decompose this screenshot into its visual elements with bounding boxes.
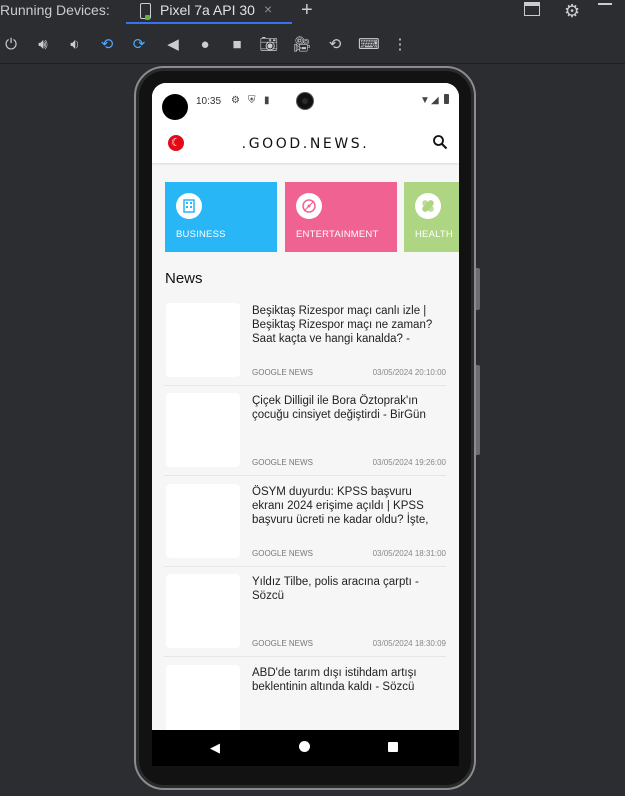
android-status-bar: 10:35 ⚙ ⛨ ▮ ▼ ◢ bbox=[152, 83, 459, 121]
news-item[interactable]: ABD'de tarım dışı istihdam artışı beklen… bbox=[164, 665, 446, 730]
news-thumbnail bbox=[166, 303, 240, 377]
nav-home-icon[interactable] bbox=[299, 741, 310, 752]
news-title: Beşiktaş Rizespor maçı canlı izle | Beşi… bbox=[252, 305, 433, 345]
news-date: 03/05/2024 19:26:00 bbox=[372, 458, 446, 467]
back-icon[interactable]: ◀ bbox=[163, 35, 183, 55]
camera-icon[interactable]: 📷︎ bbox=[259, 35, 279, 55]
category-label: BUSINESS bbox=[176, 229, 226, 240]
category-label: HEALTH bbox=[415, 229, 453, 240]
search-icon[interactable] bbox=[432, 134, 448, 150]
keyboard-icon[interactable]: ⌨ bbox=[358, 35, 380, 55]
news-thumbnail bbox=[166, 393, 240, 467]
bandage-icon bbox=[415, 193, 441, 219]
close-tab-icon[interactable]: × bbox=[264, 1, 272, 17]
news-section-title: News bbox=[165, 270, 203, 287]
sim-card-icon: ▮ bbox=[264, 95, 270, 106]
news-thumbnail bbox=[166, 574, 240, 648]
news-thumbnail bbox=[166, 665, 240, 730]
rotate-left-icon[interactable]: ⟲ bbox=[97, 35, 117, 55]
app-title: .GOOD.NEWS. bbox=[241, 136, 370, 152]
phone-side-button[interactable] bbox=[476, 268, 480, 310]
news-date: 03/05/2024 18:30:09 bbox=[372, 639, 446, 648]
news-title: Yıldız Tilbe, polis aracına çarptı - Söz… bbox=[252, 576, 419, 602]
phone-punch-hole bbox=[162, 94, 188, 120]
wifi-icon: ▼ bbox=[420, 95, 430, 106]
ide-tab-bar: Running Devices: Pixel 7a API 30 × + ⚙ bbox=[0, 0, 625, 24]
category-card-entertainment[interactable]: ENTERTAINMENT bbox=[285, 182, 397, 252]
android-nav-bar: ◀ bbox=[152, 730, 459, 766]
category-card-health[interactable]: HEALTH bbox=[404, 182, 459, 252]
nav-back-icon[interactable]: ◀ bbox=[210, 740, 220, 756]
news-source: GOOGLE NEWS bbox=[252, 368, 313, 377]
volume-down-icon[interactable]: 🔉︎ bbox=[65, 35, 85, 55]
news-title: ÖSYM duyurdu: KPSS başvuru ekranı 2024 e… bbox=[252, 486, 429, 526]
news-date: 03/05/2024 20:10:00 bbox=[372, 368, 446, 377]
news-thumbnail bbox=[166, 484, 240, 558]
news-item[interactable]: ÖSYM duyurdu: KPSS başvuru ekranı 2024 e… bbox=[164, 484, 446, 567]
minimize-icon[interactable] bbox=[598, 3, 612, 5]
emulator-toolbar: ⏻ 🔊︎ 🔉︎ ⟲ ⟳ ◀ ● ■ 📷︎ 🎥︎ ⟲ ⌨ ⋮ bbox=[0, 27, 625, 64]
phone-volume-button[interactable] bbox=[476, 365, 480, 455]
settings-gear-icon[interactable]: ⚙ bbox=[564, 0, 580, 22]
film-reel-icon bbox=[296, 193, 322, 219]
overview-icon[interactable]: ■ bbox=[227, 35, 247, 55]
news-title: Çiçek Dilligil ile Bora Öztoprak'ın çocu… bbox=[252, 395, 426, 421]
volume-up-icon[interactable]: 🔊︎ bbox=[33, 35, 53, 55]
app-bar: .GOOD.NEWS. bbox=[152, 121, 459, 163]
signal-icon: ◢ bbox=[431, 95, 439, 106]
status-time: 10:35 bbox=[196, 96, 222, 107]
news-item[interactable]: Çiçek Dilligil ile Bora Öztoprak'ın çocu… bbox=[164, 393, 446, 476]
nav-overview-icon[interactable] bbox=[388, 742, 398, 752]
news-item[interactable]: Yıldız Tilbe, polis aracına çarptı - Söz… bbox=[164, 574, 446, 657]
screen-record-icon[interactable]: 🎥︎ bbox=[292, 35, 312, 55]
news-source: GOOGLE NEWS bbox=[252, 549, 313, 558]
power-icon[interactable]: ⏻ bbox=[1, 35, 21, 55]
news-date: 03/05/2024 18:31:00 bbox=[372, 549, 446, 558]
news-title: ABD'de tarım dışı istihdam artışı beklen… bbox=[252, 667, 417, 693]
category-label: ENTERTAINMENT bbox=[296, 229, 379, 240]
news-source: GOOGLE NEWS bbox=[252, 639, 313, 648]
more-options-icon[interactable]: ⋮ bbox=[390, 35, 410, 55]
news-source: GOOGLE NEWS bbox=[252, 458, 313, 467]
device-tab-label: Pixel 7a API 30 bbox=[160, 2, 255, 18]
device-tab[interactable]: Pixel 7a API 30 × bbox=[126, 0, 292, 24]
running-devices-title: Running Devices: bbox=[0, 2, 110, 18]
category-card-business[interactable]: BUSINESS bbox=[165, 182, 277, 252]
rotate-right-icon[interactable]: ⟳ bbox=[129, 35, 149, 55]
add-tab-button[interactable]: + bbox=[301, 0, 313, 21]
news-item[interactable]: Beşiktaş Rizespor maçı canlı izle | Beşi… bbox=[164, 303, 446, 386]
window-layout-icon[interactable] bbox=[524, 2, 540, 16]
front-camera bbox=[297, 93, 313, 109]
snapshot-icon[interactable]: ⟲ bbox=[325, 35, 345, 55]
home-icon[interactable]: ● bbox=[195, 35, 215, 55]
phone-screen: 10:35 ⚙ ⛨ ▮ ▼ ◢ .GOOD.NEWS. BUSINESS ENT… bbox=[152, 83, 459, 730]
shield-notification-icon: ⛨ bbox=[248, 95, 256, 106]
building-icon bbox=[176, 193, 202, 219]
phone-icon bbox=[140, 3, 151, 20]
settings-notification-icon: ⚙ bbox=[231, 95, 240, 106]
battery-icon bbox=[444, 94, 449, 104]
